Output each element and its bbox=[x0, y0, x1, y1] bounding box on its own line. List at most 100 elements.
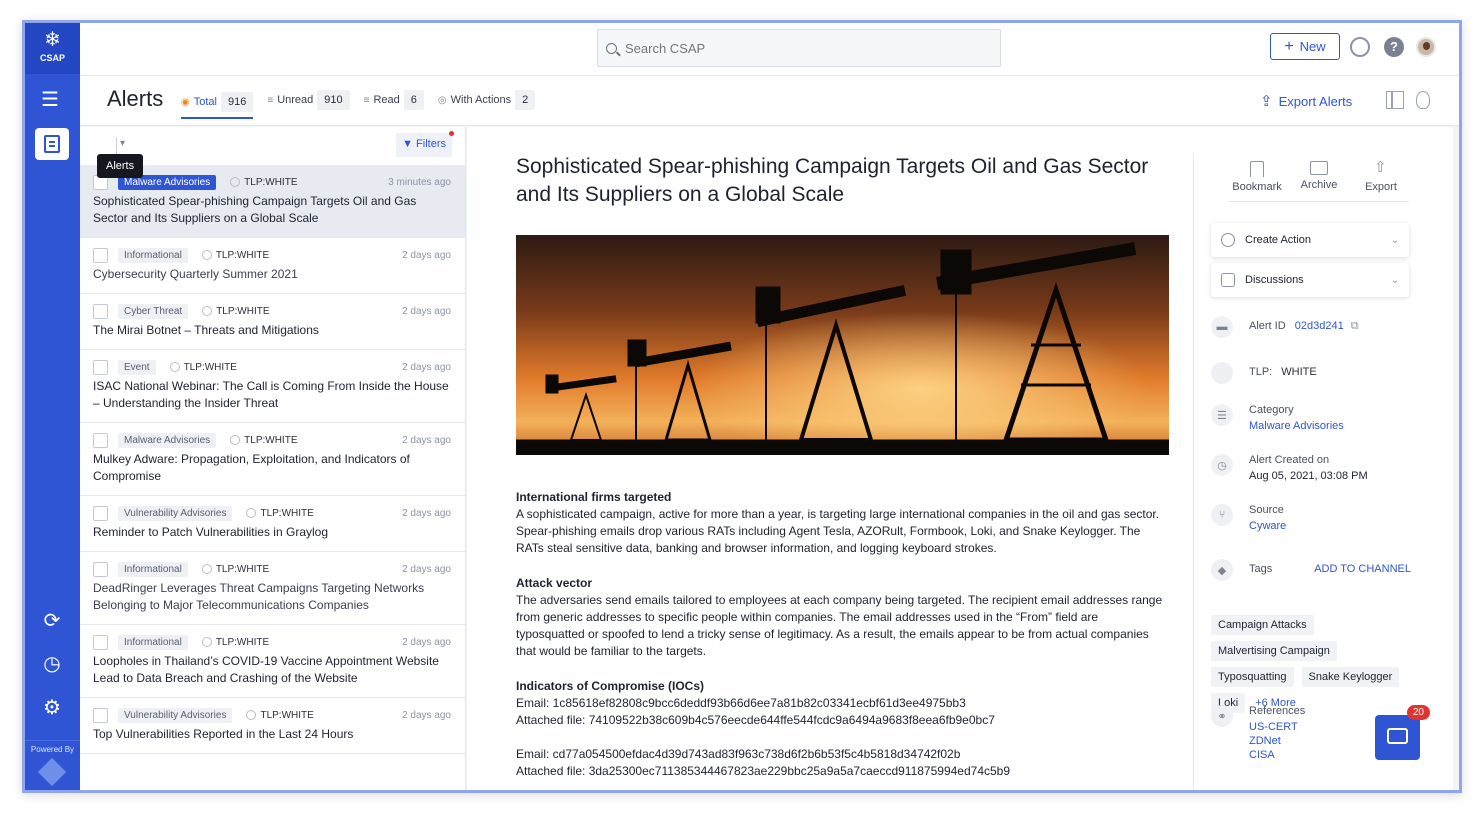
item-title: The Mirai Botnet – Threats and Mitigatio… bbox=[93, 323, 319, 337]
actions-icon: ◎ bbox=[437, 94, 447, 106]
tab-label: Unread bbox=[277, 94, 314, 106]
list-item[interactable]: Cyber Threat TLP:WHITE 2 days ago The Mira… bbox=[80, 294, 465, 350]
new-button[interactable]: + New bbox=[1270, 33, 1340, 60]
chat-badge: 20 bbox=[1406, 705, 1430, 720]
list-item[interactable]: Informational TLP:WHITE 2 days ago Cyberse… bbox=[80, 238, 465, 294]
chat-button[interactable]: 20 bbox=[1375, 705, 1430, 760]
tlp-label: TLP:WHITE bbox=[201, 564, 269, 575]
layout-toggle-icon[interactable] bbox=[1386, 91, 1404, 109]
select-checkbox[interactable] bbox=[93, 505, 108, 521]
list-item[interactable]: Informational TLP:WHITE 2 days ago DeadRin… bbox=[80, 552, 465, 625]
tlp-label: TLP:WHITE bbox=[201, 250, 269, 261]
search-box[interactable] bbox=[597, 29, 1001, 67]
search-input[interactable] bbox=[625, 40, 965, 56]
select-checkbox[interactable] bbox=[93, 303, 108, 319]
tlp-label: TLP:WHITE bbox=[246, 709, 314, 721]
alert-id-value[interactable]: 02d3d241 bbox=[1295, 320, 1344, 332]
hamburger-menu-icon[interactable]: ☰ bbox=[39, 90, 61, 110]
archive-button[interactable]: Archive bbox=[1291, 161, 1347, 193]
select-checkbox[interactable] bbox=[93, 247, 108, 263]
tag-chip[interactable]: Snake Keylogger bbox=[1301, 667, 1400, 687]
ioc-email: Email: 1c85618ef82808c9bcc6deddf93b66d6e… bbox=[516, 696, 966, 710]
tlp-circle-icon bbox=[201, 564, 212, 574]
list-item[interactable]: Malware Advisories TLP:WHITE 2 days ago Mu… bbox=[80, 423, 465, 496]
bookmark-button[interactable]: Bookmark bbox=[1229, 161, 1285, 193]
category-badge: Vulnerability Advisories bbox=[118, 505, 233, 521]
nav-sync-icon[interactable]: ⟳ bbox=[39, 608, 65, 634]
tag-list: Campaign Attacks Malvertising Campaign T… bbox=[1211, 615, 1421, 713]
item-time: 2 days ago bbox=[402, 507, 451, 519]
tlp-text: TLP:WHITE bbox=[260, 709, 314, 721]
filter-icon: ▼ bbox=[402, 138, 413, 150]
discussions-panel[interactable]: Discussions ⌄ bbox=[1211, 263, 1409, 297]
tlp-text: TLP:WHITE bbox=[215, 636, 270, 648]
tag-chip[interactable]: Malvertising Campaign bbox=[1211, 641, 1337, 661]
item-time: 2 days ago bbox=[402, 249, 451, 261]
tab-read[interactable]: ≡ Read 6 bbox=[364, 89, 424, 113]
select-checkbox[interactable] bbox=[93, 432, 108, 448]
tab-unread[interactable]: ≡ Unread 910 bbox=[267, 89, 350, 113]
reference-link[interactable]: US-CERT bbox=[1249, 721, 1305, 733]
item-time: 2 days ago bbox=[402, 636, 451, 648]
tab-with-actions[interactable]: ◎ With Actions 2 bbox=[437, 89, 536, 113]
add-to-channel-link[interactable]: ADD TO CHANNEL bbox=[1314, 559, 1411, 575]
select-checkbox[interactable] bbox=[93, 707, 108, 723]
category-value[interactable]: Malware Advisories bbox=[1249, 420, 1344, 432]
list-item[interactable]: Event TLP:WHITE 2 days ago ISAC National W… bbox=[80, 350, 465, 423]
export-button[interactable]: Export bbox=[1353, 158, 1409, 193]
list-item[interactable]: Vulnerability Advisories TLP:WHITE 2 days … bbox=[80, 698, 465, 754]
help-icon[interactable]: ? bbox=[1384, 37, 1404, 57]
section-text: A sophisticated campaign, active for mor… bbox=[516, 507, 1160, 555]
copy-icon[interactable]: ⧉ bbox=[1351, 320, 1359, 332]
item-title: Loopholes in Thailand’s COVID-19 Vaccine… bbox=[93, 654, 439, 685]
upload-icon: ⇪ bbox=[1260, 93, 1273, 110]
cursor-click-icon[interactable] bbox=[1350, 37, 1370, 57]
tlp-text: TLP:WHITE bbox=[244, 434, 298, 446]
discussions-label: Discussions bbox=[1245, 274, 1304, 286]
user-avatar[interactable] bbox=[1416, 37, 1436, 57]
reference-link[interactable]: ZDNet bbox=[1249, 735, 1305, 747]
alert-detail: Sophisticated Spear-phishing Campaign Ta… bbox=[467, 127, 1453, 790]
logo-text: CSAP bbox=[39, 53, 65, 63]
ioc-heading: Indicators of Compromise (IOCs) bbox=[516, 679, 705, 693]
page-header: Alerts ◉ Total 916 ≡ Unread 910 ≡ Read 6… bbox=[80, 76, 1459, 126]
export-alerts-button[interactable]: ⇪ Export Alerts bbox=[1260, 92, 1352, 110]
lightbulb-icon[interactable] bbox=[1416, 91, 1430, 109]
create-action-icon bbox=[1221, 233, 1235, 247]
tag-chip[interactable]: Campaign Attacks bbox=[1211, 615, 1314, 635]
item-time: 2 days ago bbox=[402, 709, 451, 721]
create-action-panel[interactable]: Create Action ⌄ bbox=[1211, 223, 1409, 257]
select-checkbox[interactable] bbox=[93, 359, 108, 375]
nav-settings-icon[interactable]: ⚙ bbox=[39, 695, 65, 721]
tab-label: Read bbox=[373, 94, 400, 106]
item-title: Top Vulnerabilities Reported in the Last… bbox=[93, 727, 354, 741]
bookmark-icon bbox=[1250, 161, 1264, 177]
total-icon: ◉ bbox=[181, 96, 190, 108]
nav-alerts-button[interactable] bbox=[35, 128, 69, 160]
discussions-icon bbox=[1221, 273, 1235, 287]
filters-label: Filters bbox=[416, 138, 446, 150]
tlp-circle-icon bbox=[230, 435, 241, 445]
alert-id-label: Alert ID bbox=[1249, 320, 1286, 332]
item-title: Cybersecurity Quarterly Summer 2021 bbox=[93, 267, 298, 281]
source-value[interactable]: Cyware bbox=[1249, 520, 1286, 532]
ioc-file: Attached file: 74109522b38c609b4c576eecd… bbox=[516, 713, 995, 727]
list-item[interactable]: Vulnerability Advisories TLP:WHITE 2 days … bbox=[80, 496, 465, 552]
select-checkbox[interactable] bbox=[93, 634, 108, 650]
tab-total[interactable]: ◉ Total 916 bbox=[181, 89, 254, 119]
section-heading: International firms targeted bbox=[516, 490, 672, 504]
app-logo[interactable]: ❄ CSAP bbox=[25, 23, 80, 74]
export-icon bbox=[1374, 158, 1388, 177]
nav-clock-icon[interactable]: ◷ bbox=[39, 651, 65, 677]
nav-tooltip: Alerts bbox=[97, 154, 144, 178]
nav-rail: ❄ CSAP ☰ ⟳ ◷ ⚙ Powered By bbox=[25, 23, 80, 790]
app-window: ❄ CSAP ☰ ⟳ ◷ ⚙ Powered By Alerts + New ?… bbox=[22, 20, 1462, 793]
reference-link[interactable]: CISA bbox=[1249, 749, 1305, 761]
tlp-row: TLP: WHITE bbox=[1211, 362, 1421, 384]
select-checkbox[interactable] bbox=[93, 561, 108, 577]
tag-chip[interactable]: Typosquatting bbox=[1211, 667, 1294, 687]
detail-sidebar: Bookmark Archive Export Create Action ⌄ … bbox=[1193, 153, 1453, 790]
filters-button[interactable]: ▼ Filters bbox=[396, 131, 454, 157]
list-item[interactable]: Informational TLP:WHITE 2 days ago Loophol… bbox=[80, 625, 465, 698]
read-icon: ≡ bbox=[363, 94, 370, 106]
